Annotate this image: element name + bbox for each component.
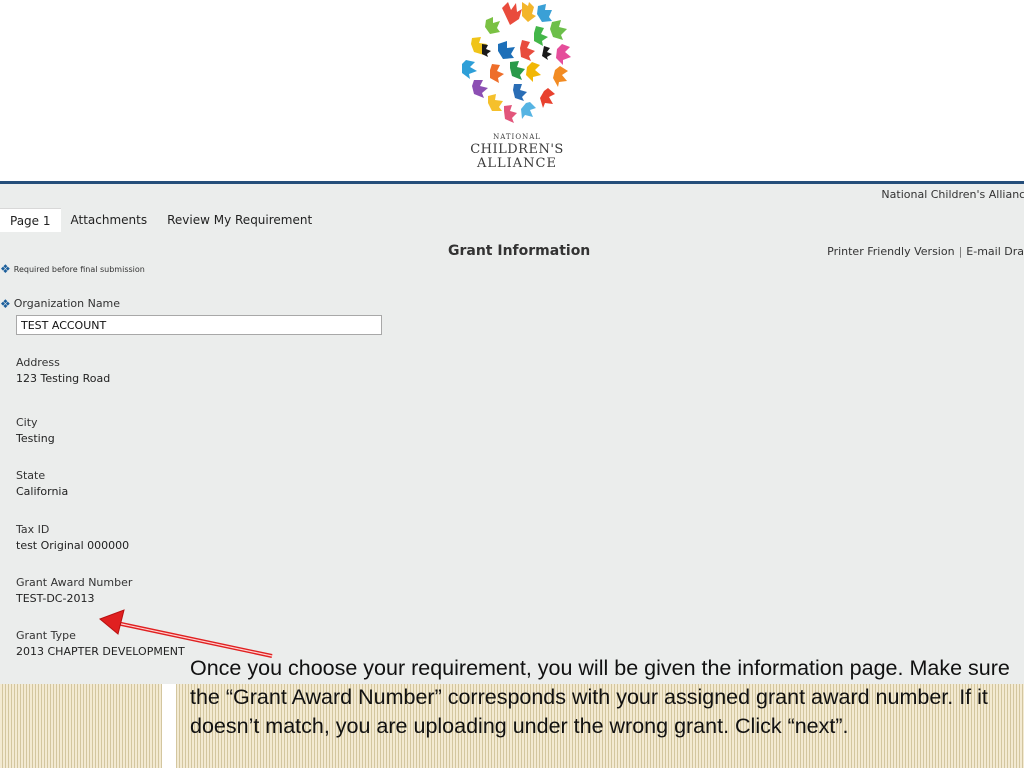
city-label: City bbox=[16, 416, 38, 429]
state-value: California bbox=[16, 485, 69, 498]
address-label: Address bbox=[16, 356, 60, 369]
grant-award-number-value: TEST-DC-2013 bbox=[16, 592, 95, 605]
city-value: Testing bbox=[16, 432, 55, 445]
logo-wordmark: NATIONAL CHILDREN'S ALLIANCE bbox=[452, 133, 582, 171]
page-title: Grant Information bbox=[448, 243, 591, 259]
logo-line-national: NATIONAL bbox=[493, 133, 541, 141]
instruction-text: Once you choose your requirement, you wi… bbox=[190, 656, 1010, 738]
required-diamond-icon: ❖ bbox=[0, 297, 11, 311]
tab-page-1[interactable]: Page 1 bbox=[0, 208, 61, 232]
grant-award-number-label: Grant Award Number bbox=[16, 576, 133, 589]
header: NATIONAL CHILDREN'S ALLIANCE bbox=[0, 0, 1024, 182]
instruction-callout: Once you choose your requirement, you wi… bbox=[190, 654, 1010, 741]
logo-line-alliance: ALLIANCE bbox=[477, 156, 557, 171]
email-draft-link[interactable]: E-mail Draft bbox=[966, 245, 1024, 258]
organization-name-label: ❖ Organization Name bbox=[0, 297, 120, 311]
grant-type-label: Grant Type bbox=[16, 629, 76, 642]
tab-review-my-requirement[interactable]: Review My Requirement bbox=[157, 208, 322, 232]
printer-friendly-link[interactable]: Printer Friendly Version bbox=[827, 245, 954, 258]
organization-name-input[interactable] bbox=[16, 315, 382, 335]
required-note: ❖ Required before final submission bbox=[0, 262, 145, 276]
callout-gap bbox=[162, 684, 176, 768]
tab-bar: Page 1 Attachments Review My Requirement bbox=[0, 208, 322, 232]
organization-name-header: National Children's Alliance bbox=[881, 188, 1024, 201]
required-note-text: Required before final submission bbox=[13, 265, 145, 274]
state-label: State bbox=[16, 469, 46, 482]
national-childrens-alliance-logo: NATIONAL CHILDREN'S ALLIANCE bbox=[452, 0, 582, 180]
hands-circle-logo-image bbox=[462, 2, 571, 123]
tax-id-label: Tax ID bbox=[16, 523, 50, 536]
required-diamond-icon: ❖ bbox=[0, 262, 11, 276]
tax-id-value: test Original 000000 bbox=[16, 539, 130, 552]
logo-line-childrens: CHILDREN'S bbox=[470, 142, 564, 157]
address-value: 123 Testing Road bbox=[16, 372, 111, 385]
grant-type-value: 2013 CHAPTER DEVELOPMENT bbox=[16, 645, 185, 658]
link-separator: | bbox=[958, 245, 963, 258]
page-actions: Printer Friendly Version |E-mail Draft bbox=[827, 245, 1024, 258]
organization-name-label-text: Organization Name bbox=[13, 297, 121, 310]
tab-attachments[interactable]: Attachments bbox=[61, 208, 158, 232]
